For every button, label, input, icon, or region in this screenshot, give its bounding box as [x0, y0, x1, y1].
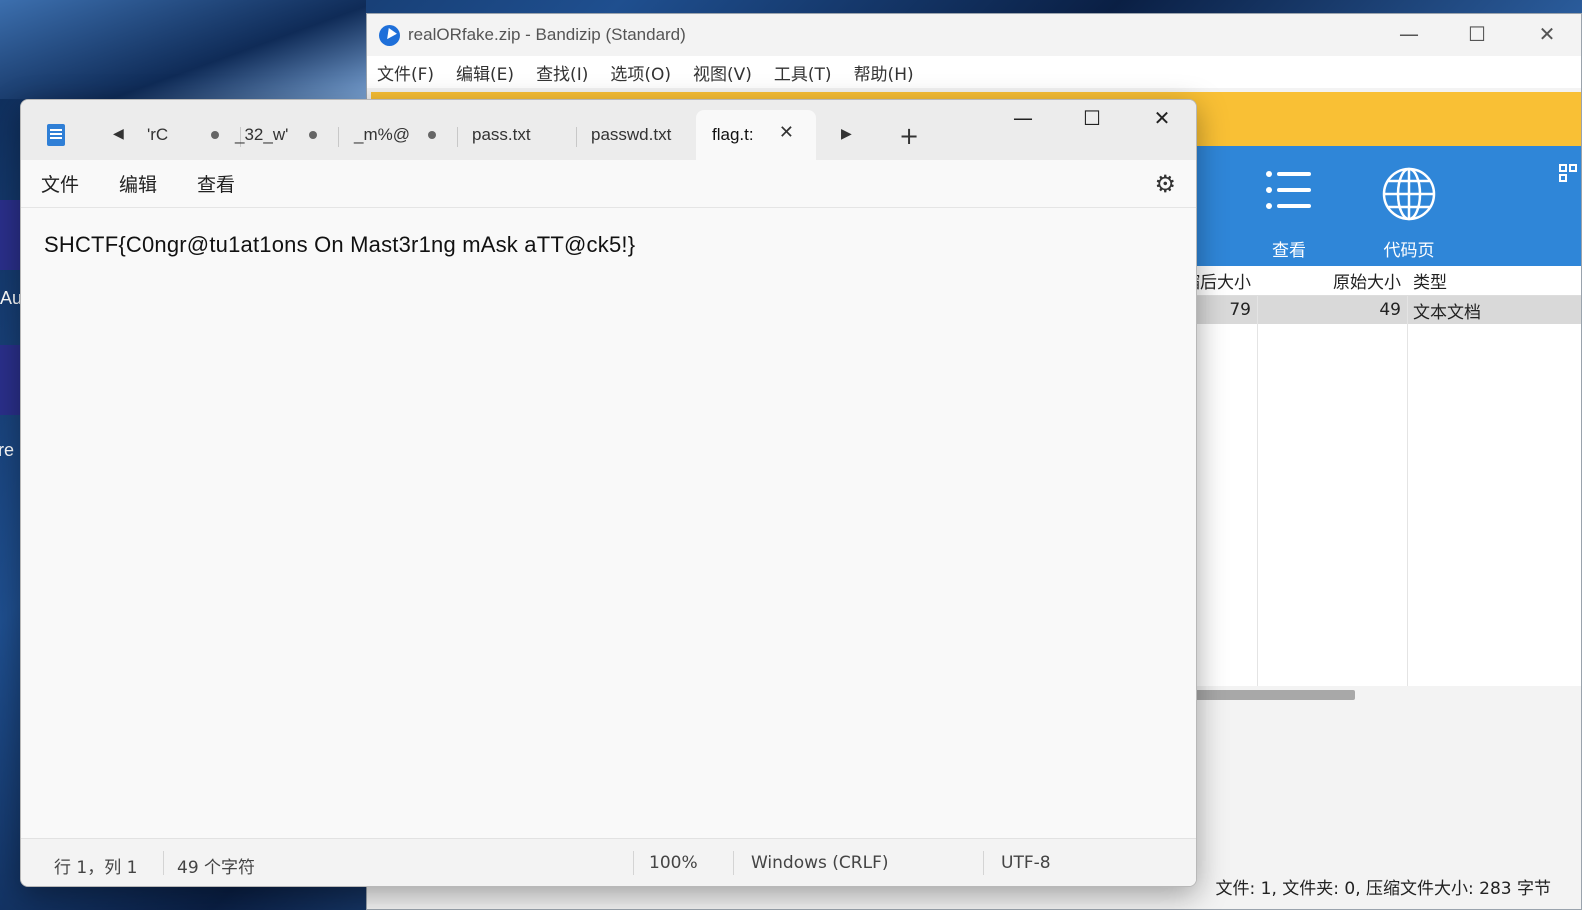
- globe-icon: [1382, 167, 1436, 221]
- tab-label: _m%@: [354, 125, 410, 144]
- desktop-wallpaper: [0, 0, 366, 99]
- horizontal-scrollbar[interactable]: [1195, 690, 1355, 700]
- tab-32-w[interactable]: _32_w': [219, 110, 339, 160]
- unsaved-dot-icon: [428, 131, 436, 139]
- tab-label: passwd.txt: [591, 125, 672, 144]
- menu-file[interactable]: 文件(F): [377, 60, 434, 85]
- maximize-icon[interactable]: ☐: [1457, 22, 1497, 46]
- notepad-window[interactable]: ◀ 'rC _32_w' _m%@ pass.txt passwd.txt fl…: [20, 99, 1197, 887]
- column-type[interactable]: 类型: [1407, 268, 1447, 293]
- bandizip-toolbar: 查看 代码页: [1195, 146, 1581, 266]
- menu-tools[interactable]: 工具(T): [774, 60, 832, 85]
- view-button-label: 查看: [1272, 241, 1306, 261]
- character-count: 49 个字符: [177, 858, 256, 878]
- tab-pass-txt[interactable]: pass.txt: [456, 110, 577, 160]
- tab-label: flag.t:: [712, 125, 754, 144]
- menu-file[interactable]: 文件: [41, 170, 79, 197]
- notepad-menu-bar: 文件 编辑 查看 ⚙: [21, 160, 1196, 208]
- menu-view[interactable]: 查看: [197, 170, 235, 197]
- column-compressed-size[interactable]: 缩后大小: [1195, 268, 1257, 293]
- file-list-header: 缩后大小 原始大小 类型: [1195, 266, 1581, 296]
- bandizip-status-text: 文件: 1, 文件夹: 0, 压缩文件大小: 283 字节: [1215, 879, 1552, 899]
- window-title: realORfake.zip - Bandizip (Standard): [408, 25, 686, 44]
- close-icon[interactable]: ✕: [1137, 106, 1187, 130]
- menu-edit[interactable]: 编辑: [119, 170, 157, 197]
- file-list[interactable]: 缩后大小 原始大小 类型 79 49 文本文档: [1195, 266, 1581, 686]
- bandizip-logo-icon: [379, 24, 400, 46]
- view-button[interactable]: 查看: [1239, 166, 1339, 261]
- bandizip-menu-bar: 文件(F) 编辑(E) 查找(I) 选项(O) 视图(V) 工具(T) 帮助(H…: [367, 56, 1581, 88]
- minimize-icon[interactable]: —: [998, 106, 1048, 130]
- status-divider: [983, 851, 984, 875]
- desktop-icon-label: Au: [0, 288, 23, 308]
- cell-original-size: 49: [1379, 300, 1401, 320]
- tab-label: pass.txt: [472, 125, 531, 144]
- notepad-status-bar: 行 1，列 1 49 个字符 100% Windows (CRLF) UTF-8: [21, 838, 1196, 886]
- tab-flag-txt[interactable]: flag.t: ✕: [696, 110, 816, 160]
- line-ending[interactable]: Windows (CRLF): [751, 853, 889, 873]
- encoding[interactable]: UTF-8: [1001, 853, 1051, 873]
- notepad-tab-bar: ◀ 'rC _32_w' _m%@ pass.txt passwd.txt fl…: [21, 100, 1196, 160]
- bandizip-title-bar[interactable]: realORfake.zip - Bandizip (Standard) — ☐…: [367, 14, 1581, 56]
- menu-view[interactable]: 视图(V): [693, 60, 752, 85]
- text-editor-area[interactable]: SHCTF{C0ngr@tu1at1ons On Mast3r1ng mAsk …: [21, 208, 1196, 838]
- column-divider: [1407, 296, 1408, 686]
- status-divider: [633, 851, 634, 875]
- minimize-icon[interactable]: —: [1389, 22, 1429, 46]
- desktop-icon-label: Pre: [0, 440, 15, 460]
- unsaved-dot-icon: [309, 131, 317, 139]
- new-tab-icon[interactable]: +: [899, 122, 919, 150]
- document-content[interactable]: SHCTF{C0ngr@tu1at1ons On Mast3r1ng mAsk …: [44, 232, 635, 258]
- layout-grid-icon[interactable]: [1559, 164, 1577, 182]
- status-divider: [163, 851, 164, 875]
- unsaved-dot-icon: [211, 131, 219, 139]
- status-divider: [733, 851, 734, 875]
- notepad-app-icon: [47, 124, 65, 146]
- settings-gear-icon[interactable]: ⚙: [1154, 170, 1176, 198]
- zoom-level[interactable]: 100%: [649, 853, 698, 873]
- tab-passwd-txt[interactable]: passwd.txt: [575, 110, 696, 160]
- desktop-icon[interactable]: [0, 345, 20, 415]
- desktop-icon[interactable]: [0, 200, 20, 270]
- list-icon: [1266, 171, 1311, 209]
- close-icon[interactable]: ✕: [1527, 22, 1567, 46]
- codepage-button-label: 代码页: [1383, 241, 1435, 261]
- close-tab-icon[interactable]: ✕: [779, 122, 794, 143]
- codepage-button[interactable]: 代码页: [1359, 166, 1459, 261]
- menu-options[interactable]: 选项(O): [610, 60, 671, 85]
- maximize-icon[interactable]: ☐: [1067, 106, 1117, 130]
- tab-label: 'rC: [147, 125, 169, 144]
- cell-type: 文本文档: [1413, 302, 1481, 323]
- column-divider: [1257, 296, 1258, 686]
- scroll-tabs-right-icon[interactable]: ▶: [841, 126, 852, 142]
- column-original-size[interactable]: 原始大小: [1257, 268, 1407, 293]
- cursor-position: 行 1，列 1: [54, 858, 138, 878]
- menu-help[interactable]: 帮助(H): [854, 60, 914, 85]
- menu-find[interactable]: 查找(I): [536, 60, 588, 85]
- tab-label: _32_w': [235, 125, 289, 144]
- menu-edit[interactable]: 编辑(E): [456, 60, 514, 85]
- table-row[interactable]: 79 49 文本文档: [1195, 296, 1581, 324]
- scroll-tabs-left-icon[interactable]: ◀: [113, 126, 124, 142]
- tab-m-percent[interactable]: _m%@: [338, 110, 458, 160]
- cell-compressed-size: 79: [1229, 300, 1251, 320]
